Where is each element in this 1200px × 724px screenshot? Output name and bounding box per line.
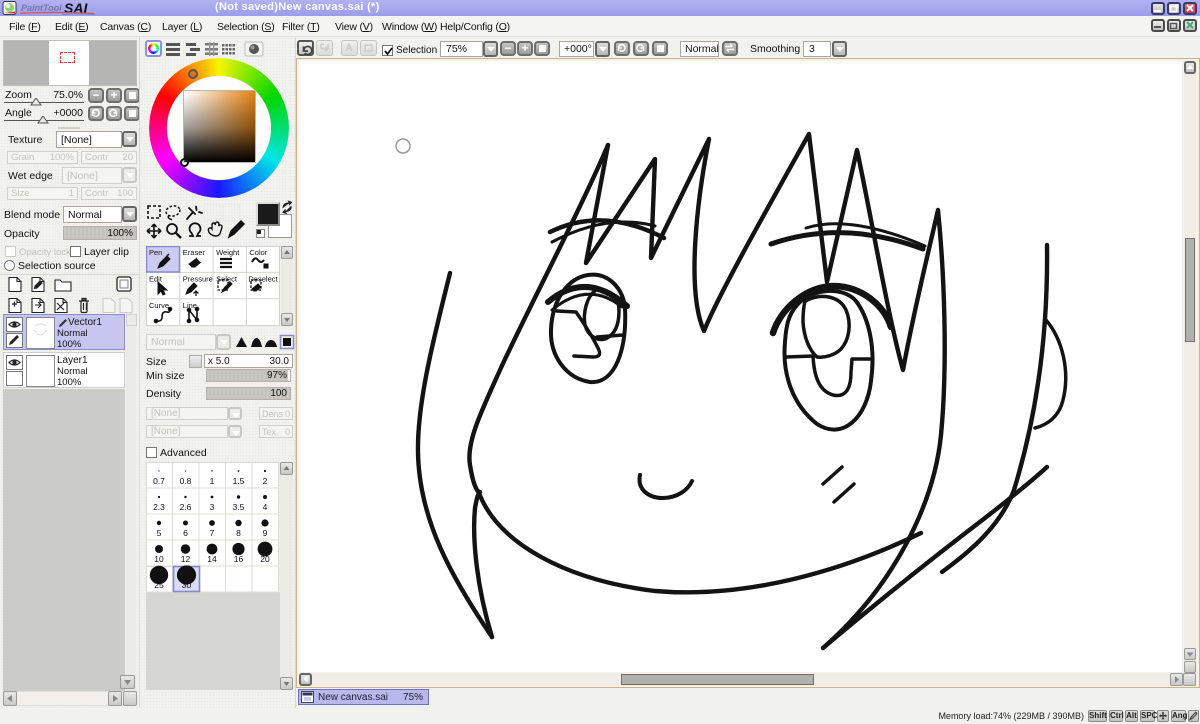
svg-text:Edit: Edit bbox=[149, 274, 163, 283]
svg-text:Pressure: Pressure bbox=[183, 274, 213, 283]
svg-text:12: 12 bbox=[181, 554, 191, 564]
svg-text:2.3: 2.3 bbox=[153, 502, 165, 512]
svg-text:1.5: 1.5 bbox=[233, 476, 245, 486]
svg-text:0.8: 0.8 bbox=[180, 476, 192, 486]
svg-text:Deselect: Deselect bbox=[248, 274, 278, 283]
svg-text:6: 6 bbox=[183, 528, 188, 538]
svg-text:7: 7 bbox=[210, 528, 215, 538]
svg-text:Curve: Curve bbox=[149, 301, 169, 310]
svg-text:3: 3 bbox=[210, 502, 215, 512]
svg-text:Color: Color bbox=[249, 248, 267, 257]
svg-text:1: 1 bbox=[210, 476, 215, 486]
svg-text:8: 8 bbox=[236, 528, 241, 538]
svg-text:5: 5 bbox=[157, 528, 162, 538]
svg-text:Eraser: Eraser bbox=[183, 248, 206, 257]
svg-text:10: 10 bbox=[154, 554, 164, 564]
svg-text:4: 4 bbox=[263, 502, 268, 512]
svg-text:Pen: Pen bbox=[149, 248, 162, 257]
svg-text:PaintTool: PaintTool bbox=[21, 3, 62, 13]
svg-text:0.7: 0.7 bbox=[153, 476, 165, 486]
svg-text:25: 25 bbox=[154, 580, 164, 590]
svg-text:Weight: Weight bbox=[216, 248, 240, 257]
svg-text:2: 2 bbox=[263, 476, 268, 486]
svg-text:30: 30 bbox=[182, 580, 192, 590]
svg-text:9: 9 bbox=[263, 528, 268, 538]
svg-text:Select: Select bbox=[216, 274, 238, 283]
svg-text:3.5: 3.5 bbox=[233, 502, 245, 512]
svg-text:2.6: 2.6 bbox=[180, 502, 192, 512]
svg-text:14: 14 bbox=[207, 554, 217, 564]
svg-text:20: 20 bbox=[260, 554, 270, 564]
svg-text:16: 16 bbox=[234, 554, 244, 564]
